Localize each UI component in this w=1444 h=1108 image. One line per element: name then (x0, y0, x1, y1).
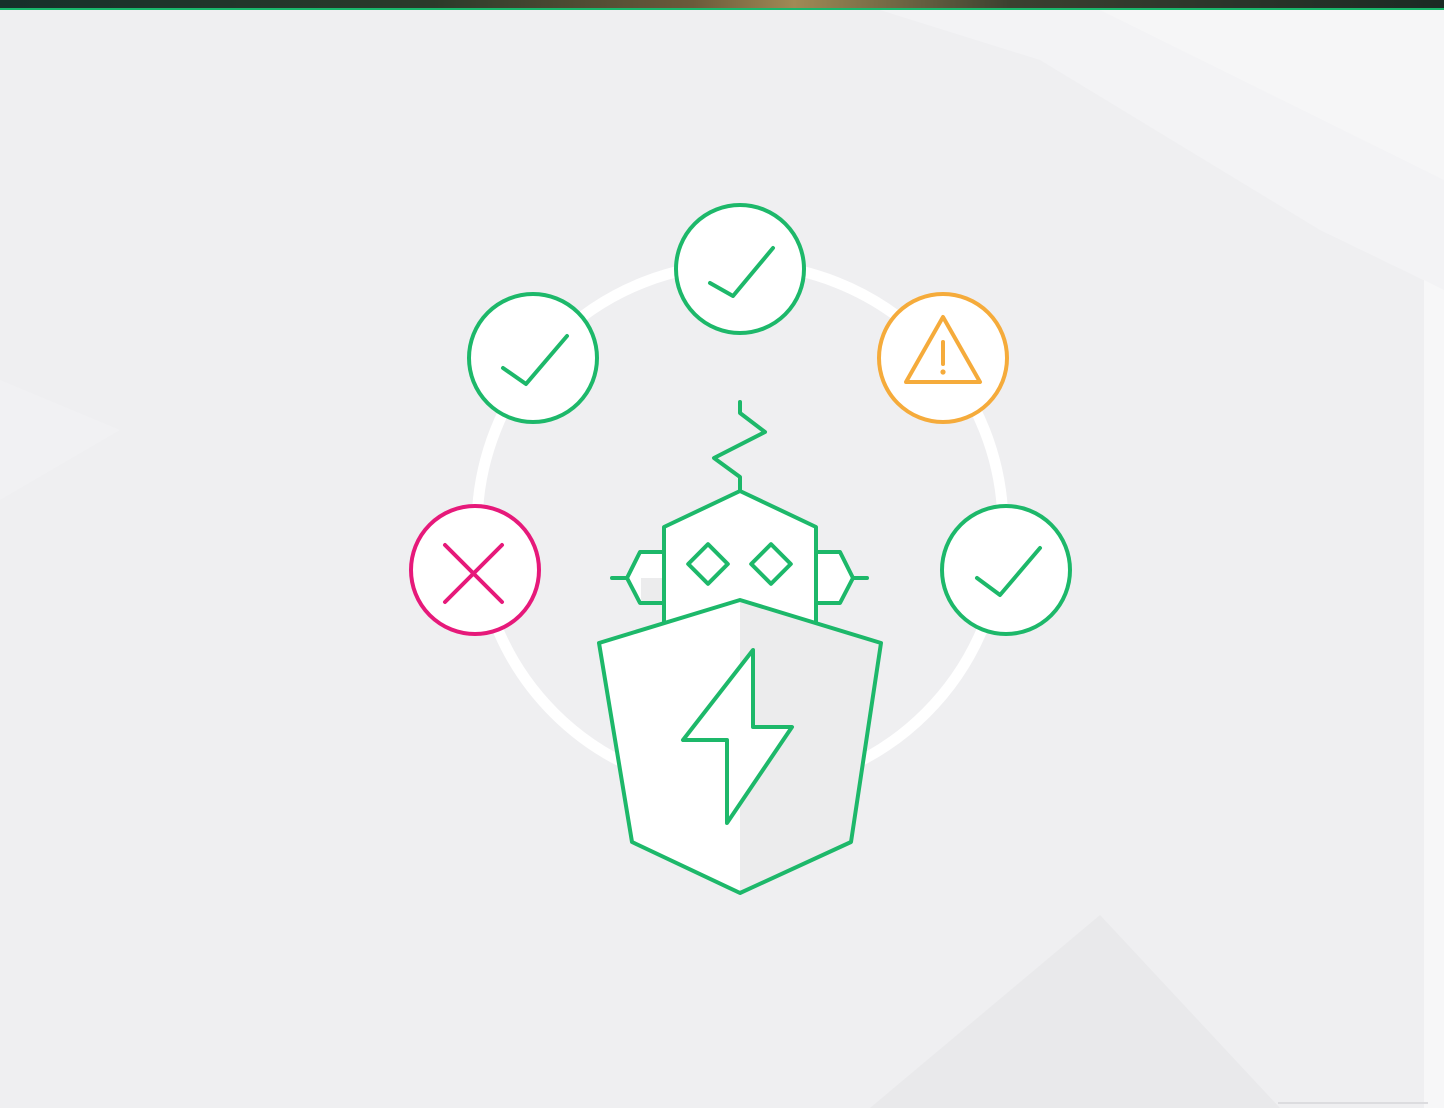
status-node-upper-left (467, 292, 599, 424)
antenna-icon (712, 400, 767, 493)
robot-shield-lightning-icon (597, 400, 883, 895)
status-node-upper-right (877, 292, 1009, 424)
status-node-right (940, 504, 1072, 636)
status-node-left (409, 504, 541, 636)
status-illustration (409, 203, 1072, 895)
status-node-top (674, 203, 806, 335)
